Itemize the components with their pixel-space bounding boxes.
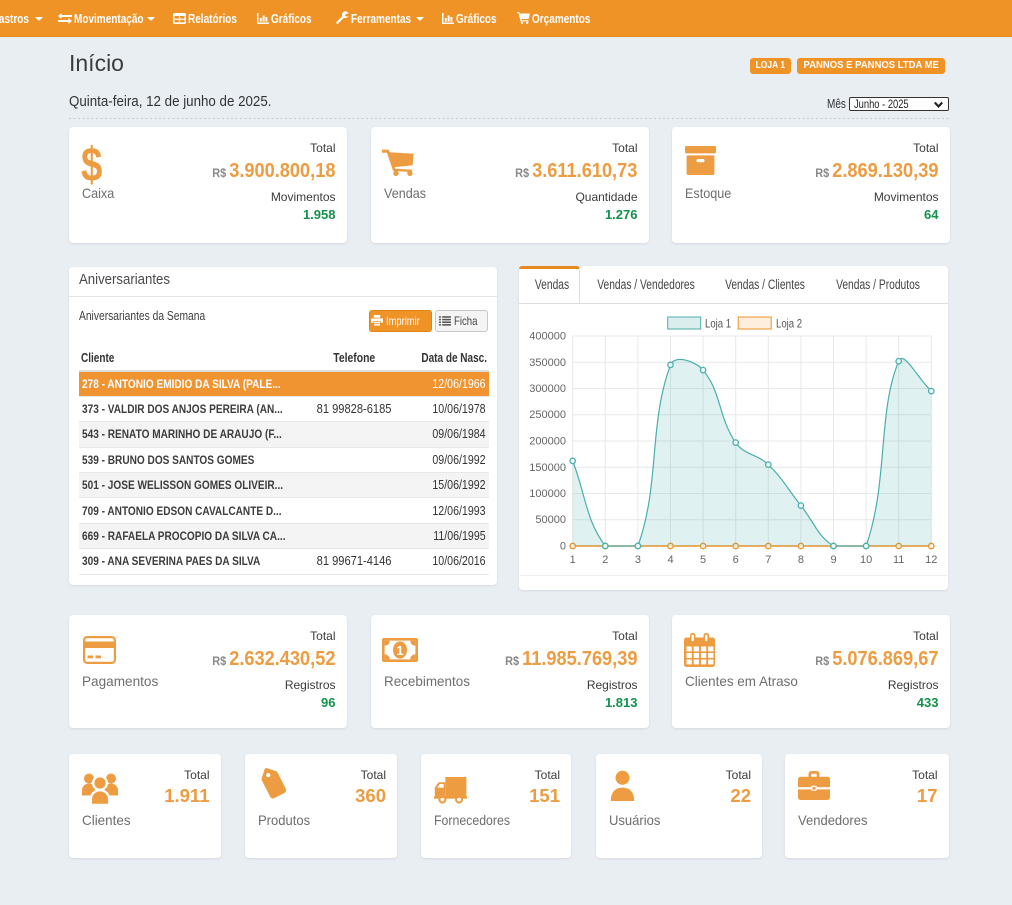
svg-text:250000: 250000 (529, 409, 566, 421)
svg-text:7: 7 (765, 554, 771, 566)
svg-text:1: 1 (570, 554, 576, 566)
svg-text:350000: 350000 (529, 357, 566, 369)
svg-text:Loja 2: Loja 2 (776, 318, 802, 331)
svg-text:200000: 200000 (529, 436, 566, 448)
svg-text:5: 5 (700, 554, 706, 566)
svg-text:4: 4 (667, 554, 673, 566)
svg-text:0: 0 (560, 541, 566, 553)
svg-text:9: 9 (830, 554, 836, 566)
svg-text:100000: 100000 (529, 488, 566, 500)
svg-text:2: 2 (602, 554, 608, 566)
svg-text:6: 6 (733, 554, 739, 566)
svg-text:400000: 400000 (529, 331, 566, 343)
svg-text:11: 11 (893, 554, 904, 566)
svg-text:300000: 300000 (529, 383, 566, 395)
svg-text:150000: 150000 (529, 462, 566, 474)
svg-text:12: 12 (925, 554, 937, 566)
svg-text:8: 8 (798, 554, 804, 566)
svg-text:10: 10 (860, 554, 872, 566)
svg-text:3: 3 (635, 554, 641, 566)
svg-text:50000: 50000 (535, 514, 566, 526)
svg-text:Loja 1: Loja 1 (705, 318, 731, 331)
